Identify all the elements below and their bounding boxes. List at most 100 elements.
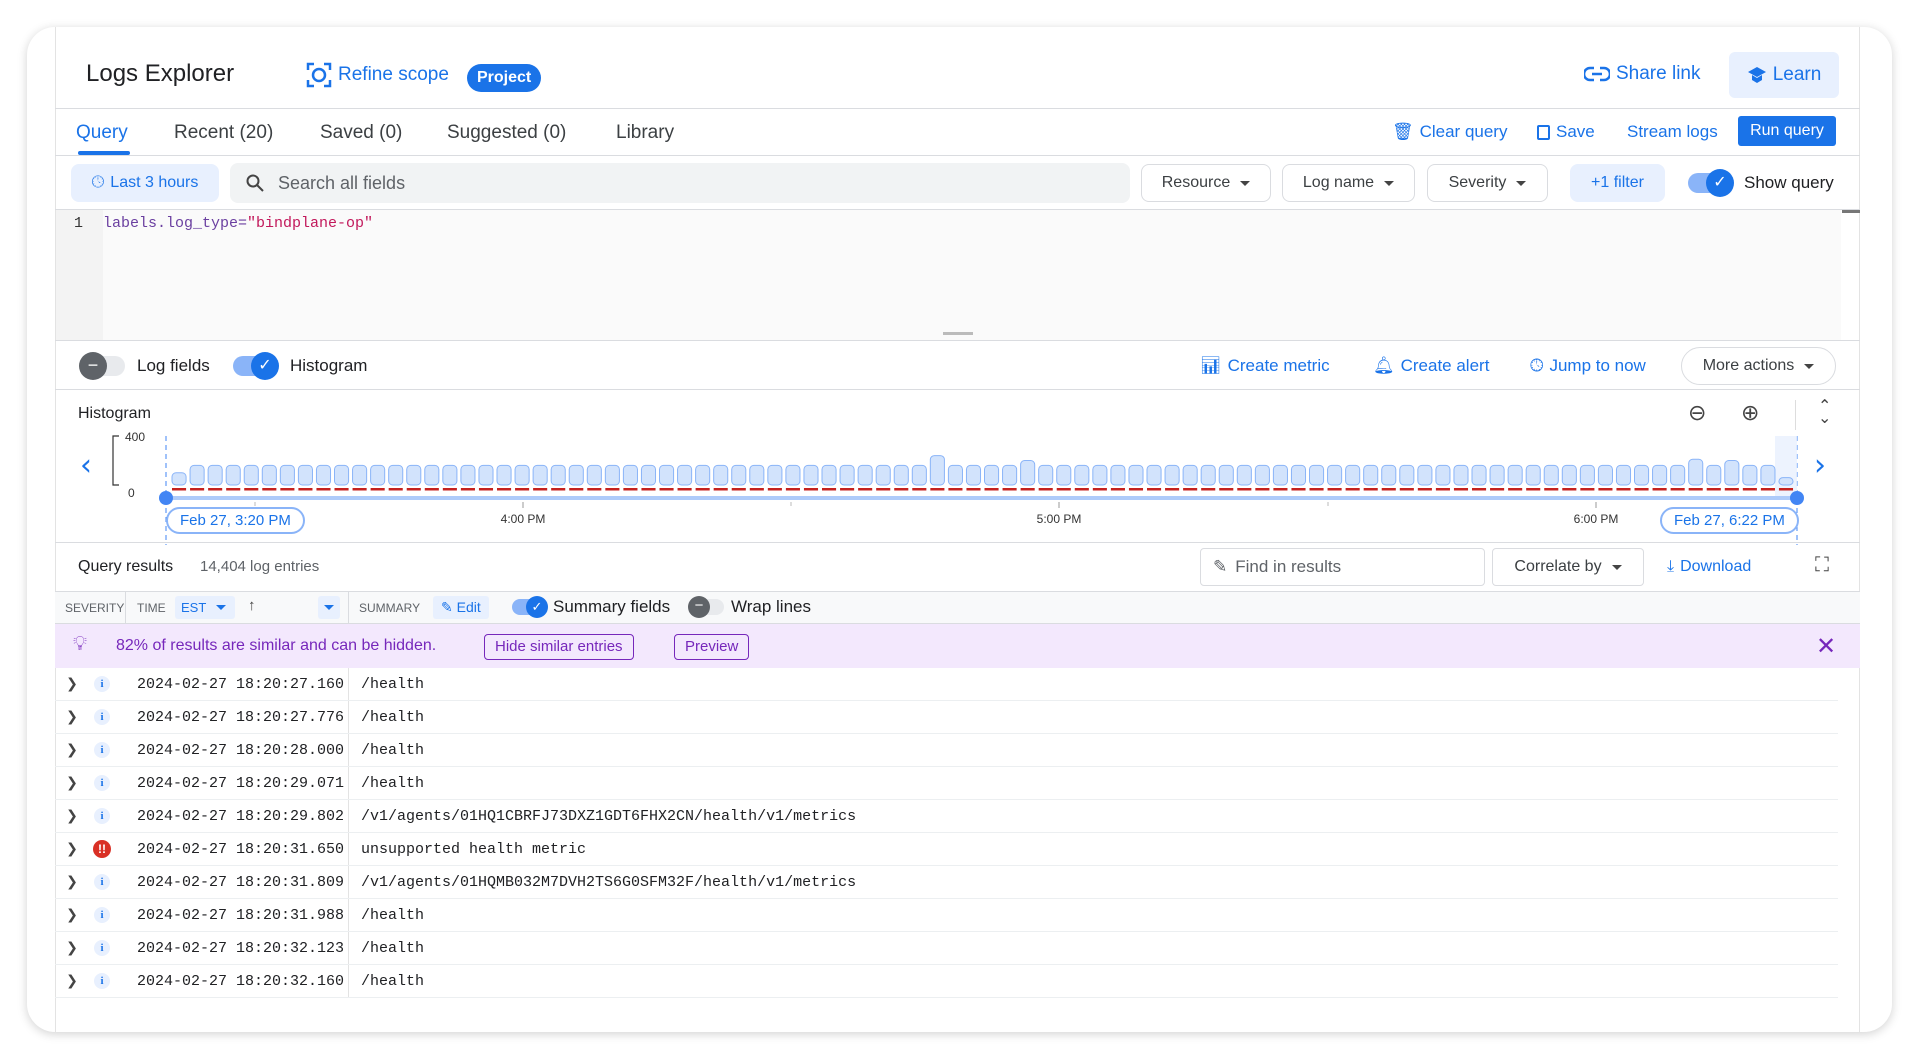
share-link-button[interactable]: Share link: [1584, 63, 1701, 85]
correlate-by-dropdown[interactable]: Correlate by: [1492, 548, 1644, 586]
expand-chevron-icon[interactable]: ❯: [55, 940, 89, 956]
timezone-dropdown[interactable]: EST: [175, 596, 235, 619]
show-query-toggle[interactable]: ✓: [1688, 169, 1734, 197]
add-filter-button[interactable]: +1 filter: [1570, 164, 1665, 202]
column-severity[interactable]: SEVERITY: [65, 601, 124, 615]
log-row[interactable]: ❯ i 2024-02-27 18:20:29.802 /v1/agents/0…: [55, 800, 1838, 833]
histogram-toggle[interactable]: ✓: [233, 352, 279, 380]
clear-query-button[interactable]: 🗑 Clear query: [1392, 122, 1507, 142]
expand-chevron-icon[interactable]: ❯: [55, 874, 89, 890]
log-row[interactable]: ❯ i 2024-02-27 18:20:32.160 /health: [55, 965, 1838, 998]
tab-recent[interactable]: Recent (20): [174, 122, 273, 144]
scope-badge[interactable]: Project: [467, 64, 542, 92]
error-bar: [1472, 488, 1487, 491]
error-bar: [623, 488, 638, 491]
hide-similar-button[interactable]: Hide similar entries: [484, 634, 634, 660]
save-button[interactable]: Save: [1537, 122, 1595, 142]
create-metric-button[interactable]: 📊︎ Create metric: [1200, 356, 1330, 376]
log-row[interactable]: ❯ i 2024-02-27 18:20:27.160 /health: [55, 668, 1838, 701]
tab-query[interactable]: Query: [76, 122, 128, 144]
stream-logs-button[interactable]: Stream logs: [1627, 122, 1718, 142]
log-row[interactable]: ❯ i 2024-02-27 18:20:32.123 /health: [55, 932, 1838, 965]
severity-dropdown[interactable]: Severity: [1427, 164, 1548, 202]
expand-chevron-icon[interactable]: ❯: [55, 841, 89, 857]
error-bar: [370, 488, 385, 491]
histogram-bar: [1074, 464, 1090, 486]
log-row[interactable]: ❯ i 2024-02-27 18:20:27.776 /health: [55, 701, 1838, 734]
histogram-label: Histogram: [290, 356, 368, 375]
error-bar: [1724, 488, 1739, 491]
error-bar: [1183, 488, 1198, 491]
log-row[interactable]: ❯ !! 2024-02-27 18:20:31.650 unsupported…: [55, 833, 1838, 866]
expand-chevron-icon[interactable]: ❯: [55, 742, 89, 758]
histogram-chart[interactable]: 400 0 4:00 PM 5:00 PM 6:00 PM: [100, 428, 1820, 548]
time-range-label: Last 3 hours: [110, 174, 199, 191]
close-icon[interactable]: ✕: [1816, 632, 1836, 661]
log-row[interactable]: ❯ i 2024-02-27 18:20:28.000 /health: [55, 734, 1838, 767]
histogram-bar: [478, 464, 494, 486]
histogram-bar: [622, 464, 638, 486]
histogram-bar: [749, 464, 765, 486]
zoom-in-icon[interactable]: ⊕: [1741, 400, 1759, 426]
log-row[interactable]: ❯ i 2024-02-27 18:20:31.988 /health: [55, 899, 1838, 932]
resize-handle[interactable]: [943, 332, 973, 335]
expand-chevron-icon[interactable]: ❯: [55, 709, 89, 725]
severity-error-icon: !!: [89, 840, 115, 858]
log-summary: /health: [361, 939, 425, 957]
jump-to-now-button[interactable]: 🕓︎ Jump to now: [1530, 356, 1646, 376]
check-icon: ✓: [251, 352, 279, 380]
histogram-bar: [1110, 464, 1126, 486]
histogram-bar: [460, 464, 476, 486]
time-range-button[interactable]: 🕓︎ Last 3 hours: [71, 164, 219, 202]
expand-chevron-icon[interactable]: ❯: [55, 907, 89, 923]
download-label: Download: [1680, 558, 1752, 575]
expand-collapse-icon[interactable]: ⌃ ⌄: [1818, 398, 1831, 426]
sort-ascending-icon[interactable]: ↑: [248, 597, 256, 614]
find-in-results-input[interactable]: ✎ Find in results: [1200, 548, 1485, 586]
run-query-button[interactable]: Run query: [1738, 116, 1836, 146]
histogram-bar: [731, 464, 747, 486]
histogram-bar: [1688, 458, 1704, 486]
wrap-lines-toggle[interactable]: −: [688, 596, 724, 618]
more-actions-dropdown[interactable]: More actions: [1681, 347, 1836, 385]
error-bar: [569, 488, 584, 491]
edit-summary-button[interactable]: ✎ Edit: [433, 596, 489, 619]
refine-scope-button[interactable]: Refine scope: [306, 62, 449, 88]
zoom-out-icon[interactable]: ⊖: [1688, 400, 1706, 426]
log-row[interactable]: ❯ i 2024-02-27 18:20:31.809 /v1/agents/0…: [55, 866, 1838, 899]
column-time[interactable]: TIME: [137, 601, 166, 615]
severity-info-icon: i: [89, 808, 115, 824]
editor-scrollbar[interactable]: [1842, 210, 1860, 213]
error-bar: [1508, 488, 1523, 491]
histogram-prev-button[interactable]: ‹: [80, 448, 92, 483]
log-row[interactable]: ❯ i 2024-02-27 18:20:29.071 /health: [55, 767, 1838, 800]
learn-button[interactable]: Learn: [1729, 52, 1839, 98]
resource-dropdown[interactable]: Resource: [1141, 164, 1271, 202]
histogram-bar: [261, 464, 277, 486]
histogram-end-chip[interactable]: Feb 27, 6:22 PM: [1660, 507, 1799, 534]
severity-info-icon: i: [89, 973, 115, 989]
log-name-dropdown[interactable]: Log name: [1282, 164, 1415, 202]
expand-chevron-icon[interactable]: ❯: [55, 676, 89, 692]
histogram-bar: [1597, 464, 1613, 486]
tab-saved[interactable]: Saved (0): [320, 122, 402, 144]
download-button[interactable]: ⤓ Download: [1667, 558, 1751, 576]
histogram-start-chip[interactable]: Feb 27, 3:20 PM: [166, 507, 305, 534]
tab-suggested[interactable]: Suggested (0): [447, 122, 566, 144]
time-column-menu[interactable]: [318, 596, 340, 619]
create-alert-button[interactable]: 🔔︎ Create alert: [1373, 356, 1489, 376]
school-icon: [1747, 67, 1766, 83]
histogram-bar: [1038, 464, 1054, 486]
tab-library[interactable]: Library: [616, 122, 674, 144]
error-bar: [1417, 488, 1432, 491]
fullscreen-icon[interactable]: ⛶: [1815, 554, 1829, 577]
summary-fields-toggle[interactable]: ✓: [512, 596, 548, 618]
preview-button[interactable]: Preview: [674, 634, 750, 660]
search-all-fields-input[interactable]: Search all fields: [230, 163, 1130, 203]
expand-chevron-icon[interactable]: ❯: [55, 775, 89, 791]
histogram-bar: [1272, 464, 1288, 486]
expand-chevron-icon[interactable]: ❯: [55, 808, 89, 824]
expand-chevron-icon[interactable]: ❯: [55, 973, 89, 989]
log-fields-toggle[interactable]: −: [79, 352, 125, 380]
query-text[interactable]: labels.log_type="bindplane-op": [103, 215, 373, 232]
